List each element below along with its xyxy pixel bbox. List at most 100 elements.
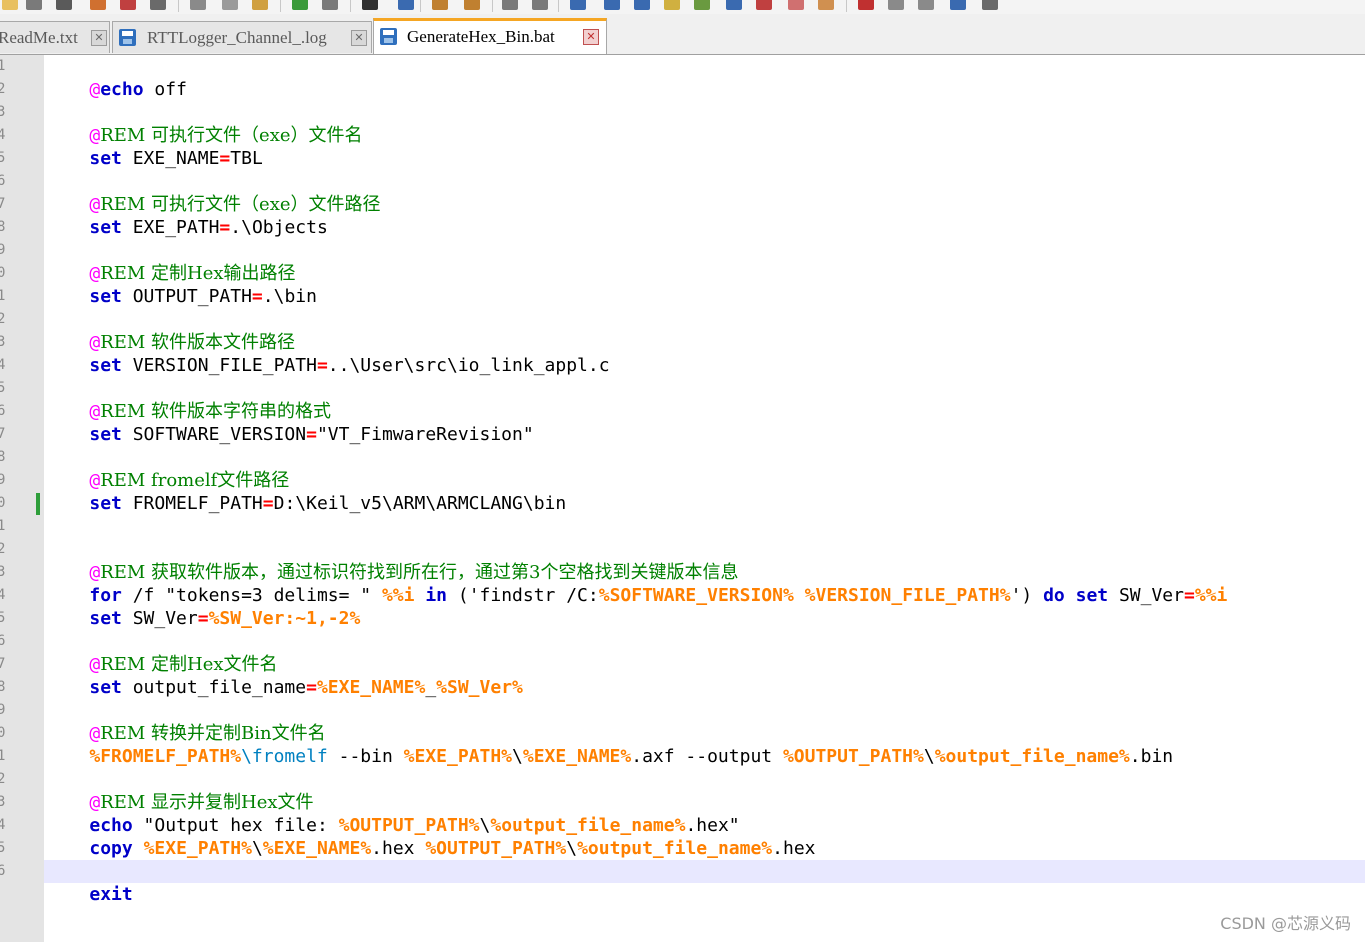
- line-number: 8: [0, 679, 6, 695]
- line-number: 2: [0, 81, 6, 97]
- code-line: echo "Output hex file: %OUTPUT_PATH%\%ou…: [89, 815, 740, 836]
- watermark: CSDN @芯源义码: [1220, 914, 1351, 933]
- print-icon[interactable]: [150, 0, 166, 10]
- close-icon[interactable]: ✕: [351, 30, 367, 46]
- line-number: 3: [0, 104, 6, 120]
- close-icon[interactable]: ✕: [91, 30, 107, 46]
- close-icon[interactable]: [120, 0, 136, 10]
- tab-readme[interactable]: ReadMe.txt ✕: [0, 21, 110, 53]
- line-number: 8: [0, 449, 6, 465]
- line-number: 6: [0, 403, 6, 419]
- code-line: @REM 获取软件版本，通过标识符找到所在行，通过第3个空格找到关键版本信息: [89, 562, 739, 583]
- save-icon[interactable]: [56, 0, 72, 10]
- line-number: 1: [0, 288, 6, 304]
- tab-label: ReadMe.txt: [0, 28, 78, 47]
- indent-guide-icon[interactable]: [634, 0, 650, 10]
- macro-play-multiple-icon[interactable]: [950, 0, 966, 10]
- sync-vertical-icon[interactable]: [502, 0, 518, 10]
- lang-icon[interactable]: [664, 0, 680, 10]
- line-number: 0: [0, 265, 6, 281]
- undo-icon[interactable]: [292, 0, 308, 10]
- code-line: @echo off: [89, 79, 187, 100]
- code-line: set VERSION_FILE_PATH=..\User\src\io_lin…: [89, 355, 610, 376]
- line-number: 2: [0, 311, 6, 327]
- macro-play-icon[interactable]: [918, 0, 934, 10]
- paste-icon[interactable]: [252, 0, 268, 10]
- tab-rttlogger[interactable]: RTTLogger_Channel_.log ✕: [112, 21, 372, 53]
- zoom-out-icon[interactable]: [464, 0, 480, 10]
- map-icon[interactable]: [694, 0, 710, 10]
- cut-icon[interactable]: [190, 0, 206, 10]
- change-history-marker: [36, 493, 40, 515]
- line-number: 9: [0, 472, 6, 488]
- line-number: 9: [0, 702, 6, 718]
- fold-icon[interactable]: [726, 0, 742, 10]
- line-number: 5: [0, 610, 6, 626]
- line-number: 5: [0, 840, 6, 856]
- macro-record-icon[interactable]: [858, 0, 874, 10]
- redo-icon[interactable]: [322, 0, 338, 10]
- word-wrap-icon[interactable]: [570, 0, 586, 10]
- line-number: 3: [0, 334, 6, 350]
- saved-file-icon: [380, 28, 397, 45]
- code-line: @REM 可执行文件（exe）文件路径: [89, 194, 381, 215]
- code-line: @REM 定制Hex输出路径: [89, 263, 296, 284]
- code-line: set output_file_name=%EXE_NAME%_%SW_Ver%: [89, 677, 523, 698]
- line-number: 5: [0, 380, 6, 396]
- folder-workspace-icon[interactable]: [818, 0, 834, 10]
- line-number: 7: [0, 196, 6, 212]
- code-line: %FROMELF_PATH%\fromelf --bin %EXE_PATH%\…: [89, 746, 1174, 767]
- document-tab-bar: ReadMe.txt ✕ RTTLogger_Channel_.log ✕ Ge…: [0, 14, 1365, 55]
- line-number: 3: [0, 794, 6, 810]
- line-number: 7: [0, 656, 6, 672]
- line-number: 2: [0, 541, 6, 557]
- line-number: 6: [0, 863, 6, 879]
- tab-label: RTTLogger_Channel_.log: [147, 28, 327, 47]
- macro-save-icon[interactable]: [982, 0, 998, 10]
- line-number: 1: [0, 748, 6, 764]
- code-line: set SW_Ver=%SW_Ver:~1,-2%: [89, 608, 361, 629]
- line-number: 9: [0, 242, 6, 258]
- code-line: set EXE_PATH=.\Objects: [89, 217, 328, 238]
- code-line: @REM 可执行文件（exe）文件名: [89, 125, 363, 146]
- code-line: @REM fromelf文件路径: [89, 470, 290, 491]
- zoom-in-icon[interactable]: [432, 0, 448, 10]
- doc-list-icon[interactable]: [756, 0, 772, 10]
- code-line: exit: [89, 884, 133, 905]
- line-number: 7: [0, 426, 6, 442]
- copy-icon[interactable]: [222, 0, 238, 10]
- replace-icon[interactable]: [398, 0, 414, 10]
- line-number: 2: [0, 771, 6, 787]
- code-line: set SOFTWARE_VERSION="VT_FimwareRevision…: [89, 424, 534, 445]
- line-number: 4: [0, 587, 6, 603]
- line-number: 1: [0, 518, 6, 534]
- save-all-icon[interactable]: [90, 0, 106, 10]
- main-toolbar: [0, 0, 1365, 15]
- code-line: @REM 定制Hex文件名: [89, 654, 278, 675]
- sync-horizontal-icon[interactable]: [532, 0, 548, 10]
- line-number: 4: [0, 357, 6, 373]
- code-line: @REM 软件版本字符串的格式: [89, 401, 332, 422]
- line-number: 4: [0, 127, 6, 143]
- code-line: set FROMELF_PATH=D:\Keil_v5\ARM\ARMCLANG…: [89, 493, 567, 514]
- macro-stop-icon[interactable]: [888, 0, 904, 10]
- saved-file-icon: [119, 29, 136, 46]
- func-list-icon[interactable]: [788, 0, 804, 10]
- line-number: 5: [0, 150, 6, 166]
- code-line: set OUTPUT_PATH=.\bin: [89, 286, 317, 307]
- line-number: 6: [0, 173, 6, 189]
- code-editor[interactable]: @echo off @REM 可执行文件（exe）文件名 set EXE_NAM…: [44, 55, 1365, 942]
- line-number: 1: [0, 58, 6, 74]
- tab-generatehex[interactable]: GenerateHex_Bin.bat ✕: [373, 18, 607, 54]
- code-line: set EXE_NAME=TBL: [89, 148, 263, 169]
- line-number: 0: [0, 725, 6, 741]
- new-file-icon[interactable]: [2, 0, 18, 10]
- find-icon[interactable]: [362, 0, 378, 10]
- open-file-icon[interactable]: [26, 0, 42, 10]
- current-line-highlight: [44, 860, 1365, 883]
- line-number: 8: [0, 219, 6, 235]
- code-line: @REM 转换并定制Bin文件名: [89, 723, 326, 744]
- line-number: 4: [0, 817, 6, 833]
- close-icon[interactable]: ✕: [583, 29, 599, 45]
- all-chars-icon[interactable]: [604, 0, 620, 10]
